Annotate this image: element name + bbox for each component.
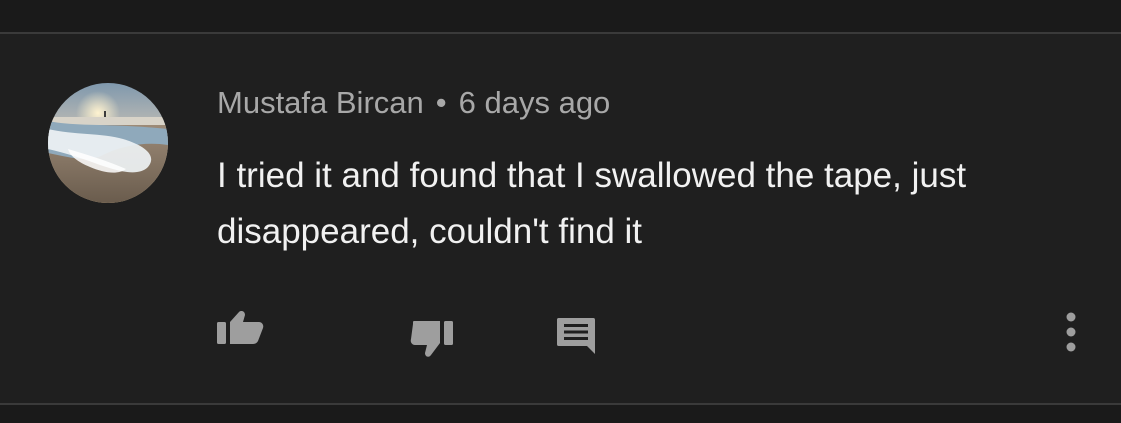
dislike-button[interactable] xyxy=(410,318,458,367)
reply-button[interactable] xyxy=(556,316,598,361)
avatar-image xyxy=(48,83,168,203)
comment-header: Mustafa Bircan • 6 days ago xyxy=(217,84,610,122)
comment-icon xyxy=(557,318,595,354)
thumbs-down-icon xyxy=(410,321,453,357)
author-name[interactable]: Mustafa Bircan xyxy=(217,85,424,120)
like-button[interactable] xyxy=(215,310,265,351)
more-actions-button[interactable] xyxy=(1060,312,1082,359)
top-divider xyxy=(0,32,1121,34)
comment-text: I tried it and found that I swallowed th… xyxy=(217,156,967,251)
more-vertical-icon xyxy=(1066,312,1076,352)
next-comment-area xyxy=(0,405,1121,423)
previous-comment-area xyxy=(0,0,1121,32)
thumbs-up-icon xyxy=(217,311,264,344)
avatar[interactable] xyxy=(48,83,168,203)
comment-timestamp[interactable]: 6 days ago xyxy=(459,85,611,120)
meta-separator: • xyxy=(435,85,447,120)
